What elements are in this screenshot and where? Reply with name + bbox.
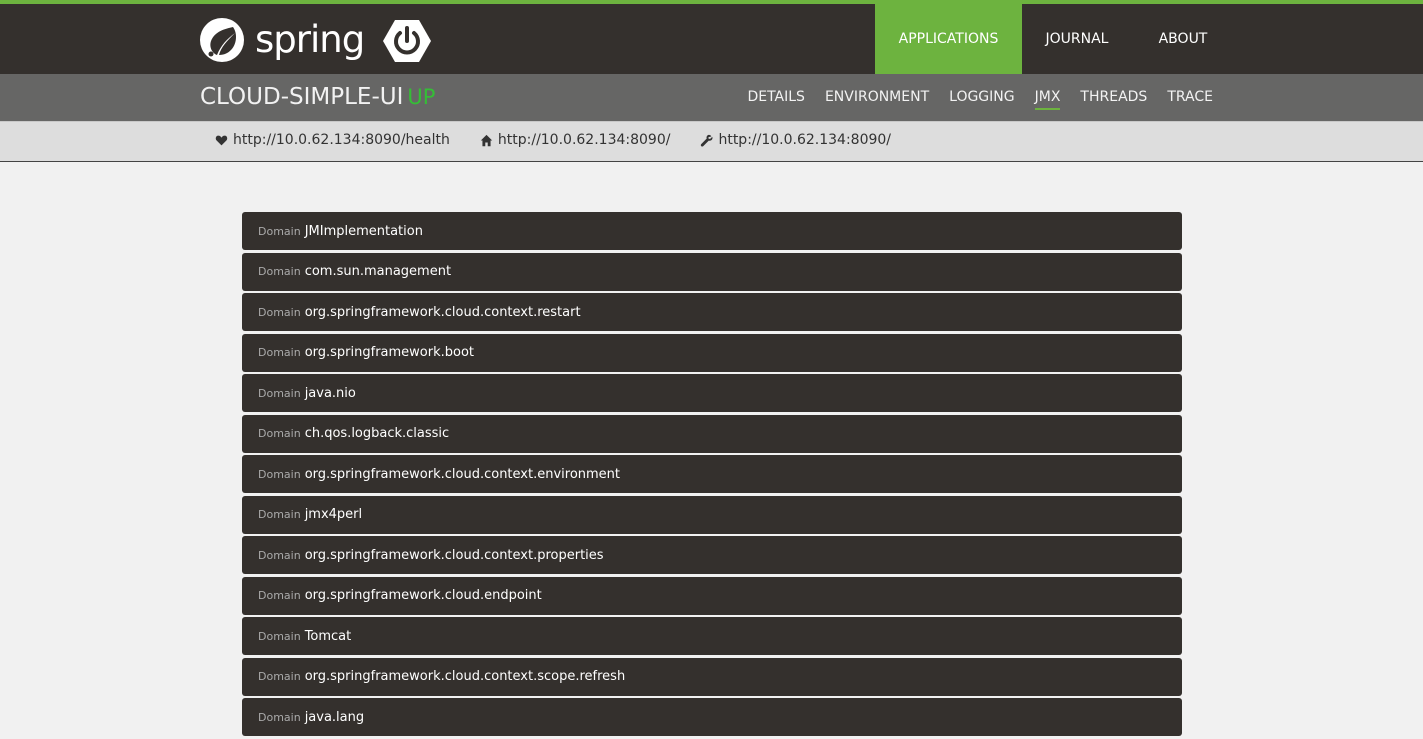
domain-label: Domain <box>258 305 301 319</box>
management-url: http://10.0.62.134:8090/ <box>718 132 892 148</box>
domain-name: org.springframework.cloud.context.enviro… <box>304 466 621 482</box>
domain-name: org.springframework.cloud.endpoint <box>304 588 542 603</box>
list-item[interactable]: Domain org.springframework.cloud.endpoint <box>242 576 1182 615</box>
tab-logging[interactable]: LOGGING <box>949 88 1014 110</box>
spring-logo[interactable]: spring <box>199 17 365 63</box>
home-url: http://10.0.62.134:8090/ <box>497 132 671 148</box>
domain-label: Domain <box>258 670 301 683</box>
nav-journal[interactable]: JOURNAL <box>1022 4 1132 74</box>
domain-label: Domain <box>258 629 301 643</box>
domain-label: Domain <box>258 346 301 359</box>
tab-jmx[interactable]: JMX <box>1034 88 1061 110</box>
health-url-link[interactable]: http://10.0.62.134:8090/health <box>215 132 450 148</box>
health-url: http://10.0.62.134:8090/health <box>233 132 450 148</box>
application-header: CLOUD-SIMPLE-UI UP DETAILS ENVIRONMENT LO… <box>0 74 1423 121</box>
list-item[interactable]: Domain java.lang <box>242 698 1182 736</box>
nav-applications[interactable]: APPLICATIONS <box>875 4 1022 74</box>
tab-trace[interactable]: TRACE <box>1167 88 1213 110</box>
wrench-icon <box>701 134 713 147</box>
tab-details[interactable]: DETAILS <box>747 88 804 110</box>
url-bar: http://10.0.62.134:8090/health http://10… <box>0 121 1423 162</box>
domain-name: org.springframework.cloud.context.scope.… <box>304 669 626 684</box>
list-item[interactable]: Domain com.sun.management <box>242 252 1182 291</box>
domain-name: org.springframework.cloud.context.restar… <box>304 304 581 320</box>
spring-leaf-icon <box>200 18 244 62</box>
list-item[interactable]: Domain org.springframework.cloud.context.… <box>242 455 1182 493</box>
domain-label: Domain <box>258 548 301 562</box>
domain-label: Domain <box>258 710 301 724</box>
list-item[interactable]: Domain JMImplementation <box>242 212 1182 250</box>
list-item[interactable]: Domain org.springframework.cloud.context.… <box>242 536 1182 574</box>
list-item[interactable]: Domain java.nio <box>242 374 1182 412</box>
list-item[interactable]: Domain org.springframework.cloud.context.… <box>242 293 1182 331</box>
domain-name: ch.qos.logback.classic <box>304 426 450 441</box>
heart-icon <box>215 135 228 145</box>
domain-label: Domain <box>258 386 301 400</box>
main-nav: APPLICATIONS JOURNAL ABOUT <box>875 4 1234 74</box>
domain-label: Domain <box>258 467 301 481</box>
domain-name: com.sun.management <box>304 264 452 279</box>
domain-label: Domain <box>258 508 301 521</box>
domain-label: Domain <box>258 589 301 602</box>
domain-label: Domain <box>258 265 301 278</box>
list-item[interactable]: Domain jmx4perl <box>242 495 1182 534</box>
nav-about[interactable]: ABOUT <box>1132 4 1234 74</box>
domain-name: Tomcat <box>304 628 352 644</box>
list-item[interactable]: Domain Tomcat <box>242 617 1182 655</box>
home-url-link[interactable]: http://10.0.62.134:8090/ <box>480 132 671 148</box>
list-item[interactable]: Domain ch.qos.logback.classic <box>242 414 1182 453</box>
domain-label: Domain <box>258 224 301 238</box>
domain-name: org.springframework.cloud.context.proper… <box>304 547 604 563</box>
tab-threads[interactable]: THREADS <box>1080 88 1147 110</box>
application-name: CLOUD-SIMPLE-UI <box>200 84 404 110</box>
application-tabs: DETAILS ENVIRONMENT LOGGING JMX THREADS … <box>727 88 1213 110</box>
list-item[interactable]: Domain org.springframework.boot <box>242 333 1182 372</box>
home-icon <box>480 134 493 146</box>
application-title: CLOUD-SIMPLE-UI UP <box>200 84 435 111</box>
domain-name: org.springframework.boot <box>304 345 475 360</box>
brand-text: spring <box>255 18 365 61</box>
tab-environment[interactable]: ENVIRONMENT <box>825 88 929 110</box>
domain-name: JMImplementation <box>304 223 423 239</box>
management-url-link[interactable]: http://10.0.62.134:8090/ <box>700 132 891 148</box>
domain-name: jmx4perl <box>304 507 363 522</box>
domain-name: java.nio <box>304 385 356 401</box>
jmx-domain-list: Domain JMImplementation Domain com.sun.man… <box>242 212 1182 739</box>
domain-name: java.lang <box>304 709 365 725</box>
list-item[interactable]: Domain org.springframework.cloud.context.… <box>242 657 1182 696</box>
power-icon <box>383 20 431 62</box>
domain-label: Domain <box>258 427 301 440</box>
status-badge: UP <box>407 85 436 109</box>
